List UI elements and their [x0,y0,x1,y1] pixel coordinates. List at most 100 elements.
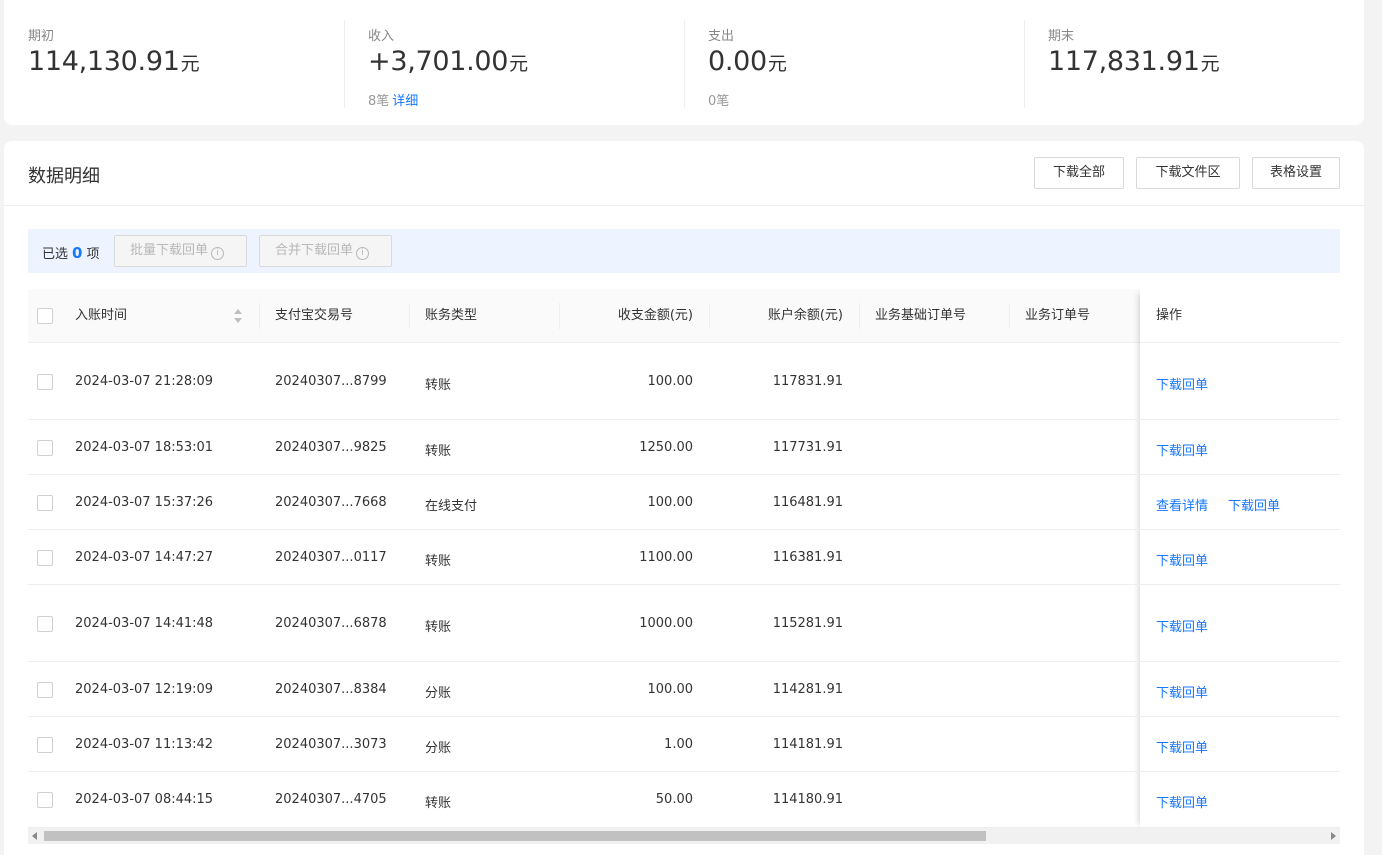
column-header-time[interactable]: 入账时间 [75,289,127,343]
panel-title: 数据明细 [28,166,100,187]
cell-amount: 1000.00 [639,615,693,631]
cell-amount: 1100.00 [639,549,693,565]
cell-amount: 1250.00 [639,439,693,455]
row-checkbox[interactable] [37,736,53,753]
column-header-base-order: 业务基础订单号 [875,308,967,323]
cell-balance: 115281.91 [772,615,843,631]
row-checkbox[interactable] [37,549,53,566]
income-count-line: 8笔 详细 [368,90,418,109]
table-row: 2024-03-07 21:28:09 20240307...8799 转账 100.… [28,343,1340,420]
cell-type: 在线支付 [425,498,478,514]
cell-time: 2024-03-07 21:28:09 [75,373,214,389]
divider [684,20,685,108]
scroll-left-icon[interactable] [32,832,37,840]
column-divider [409,303,410,329]
closing-value: 117,831.91元 [1048,46,1220,77]
divider [1024,20,1025,108]
table-settings-button[interactable]: 表格设置 [1252,157,1340,189]
expense-amount: 0.00 [708,46,767,77]
column-header-balance: 账户余额(元) [767,308,843,323]
summary-card: 期初 114,130.91元 收入 +3,701.00元 8笔 详细 支出 0.0… [4,0,1364,125]
column-header-type: 账务类型 [425,308,478,323]
cell-amount: 100.00 [647,494,694,510]
closing-label: 期末 [1048,29,1075,44]
opening-amount: 114,130.91 [28,46,180,77]
column-header-amount: 收支金额(元) [617,308,693,323]
info-icon: i [356,247,370,260]
cell-amount: 100.00 [647,373,694,389]
row-checkbox[interactable] [37,373,53,390]
income-detail-link[interactable]: 详细 [392,94,418,109]
table-row: 2024-03-07 11:13:42 20240307...3073 分账 1.00… [28,717,1340,772]
cell-amount: 50.00 [655,792,693,807]
cell-balance: 114181.91 [772,736,843,752]
selection-count: 0 [72,244,83,262]
cell-alipay-no: 20240307...8799 [275,373,387,389]
cell-time: 2024-03-07 08:44:15 [75,792,214,807]
cell-alipay-no: 20240307...6878 [275,615,387,631]
cell-balance: 114180.91 [772,792,843,807]
expense-label: 支出 [708,29,735,44]
row-checkbox[interactable] [37,494,53,511]
selection-prefix: 已选 [42,247,69,262]
cell-alipay-no: 20240307...4705 [275,792,387,807]
selection-suffix: 项 [86,247,100,262]
cell-type: 分账 [425,740,452,756]
income-label: 收入 [368,29,395,44]
table-row: 2024-03-07 15:37:26 20240307...7668 在线支付 10… [28,475,1340,530]
download-all-button[interactable]: 下载全部 [1034,157,1124,189]
cell-alipay-no: 20240307...0117 [275,549,387,565]
row-checkbox[interactable] [37,615,53,632]
row-checkbox[interactable] [37,792,53,808]
download-area-button[interactable]: 下载文件区 [1136,157,1240,189]
cell-alipay-no: 20240307...3073 [275,736,387,752]
cell-type: 转账 [425,443,452,459]
cell-balance: 117831.91 [772,373,843,389]
column-header-order: 业务订单号 [1025,308,1091,323]
scrollbar-thumb[interactable] [44,831,986,841]
row-checkbox[interactable] [37,681,53,698]
income-amount: +3,701.00 [368,46,509,77]
cell-time: 2024-03-07 18:53:01 [75,439,214,455]
table-row: 2024-03-07 14:41:48 20240307...6878 转账 1000… [28,585,1340,662]
cell-balance: 116381.91 [772,549,843,565]
cell-alipay-no: 20240307...7668 [275,494,387,510]
merge-download-label: 合并下载回单 [275,243,354,258]
select-all-checkbox[interactable] [37,308,53,324]
cell-time: 2024-03-07 14:41:48 [75,615,214,631]
batch-download-button[interactable]: 批量下载回单 i [114,235,247,267]
cell-balance: 117731.91 [772,439,843,455]
selection-bar: 已选 0 项 批量下载回单 i 合并下载回单 i [28,229,1340,273]
data-detail-panel: 数据明细 下载全部 下载文件区 表格设置 已选 0 项 批量下载回单 i 合并下载回单… [4,141,1364,855]
horizontal-scrollbar[interactable] [28,828,1340,844]
cell-time: 2024-03-07 11:13:42 [75,736,214,752]
batch-download-label: 批量下载回单 [130,243,209,258]
closing-unit: 元 [1200,53,1220,75]
income-count: 8笔 [368,94,390,109]
selection-summary: 已选 0 项 [42,243,99,262]
cell-time: 2024-03-07 15:37:26 [75,494,214,510]
table-row: 2024-03-07 18:53:01 20240307...9825 转账 1250… [28,420,1340,475]
column-header-alipay-no: 支付宝交易号 [275,308,354,323]
column-header-actions: 操作 [1156,308,1183,323]
cell-balance: 114281.91 [772,681,843,697]
transactions-table: 入账时间 支付宝交易号 账务类型 收支金额(元) 账户余额(元) 业务基础订单号… [28,289,1340,847]
cell-type: 转账 [425,377,452,393]
expense-unit: 元 [767,53,787,75]
row-checkbox[interactable] [37,439,53,456]
merge-download-button[interactable]: 合并下载回单 i [259,235,392,267]
cell-type: 分账 [425,685,452,701]
column-divider [1009,303,1010,329]
opening-value: 114,130.91元 [28,46,200,77]
cell-type: 转账 [425,553,452,569]
opening-unit: 元 [180,53,200,75]
table-row: 2024-03-07 14:47:27 20240307...0117 转账 1100… [28,530,1340,585]
income-unit: 元 [509,53,528,75]
cell-alipay-no: 20240307...9825 [275,439,387,455]
scroll-right-icon[interactable] [1331,832,1336,840]
sort-icon[interactable] [234,309,242,323]
divider [4,205,1364,206]
income-value: +3,701.00元 [368,46,528,77]
table-row: 2024-03-07 08:44:15 20240307...4705 转账 50.0… [28,772,1340,828]
cell-alipay-no: 20240307...8384 [275,681,387,697]
